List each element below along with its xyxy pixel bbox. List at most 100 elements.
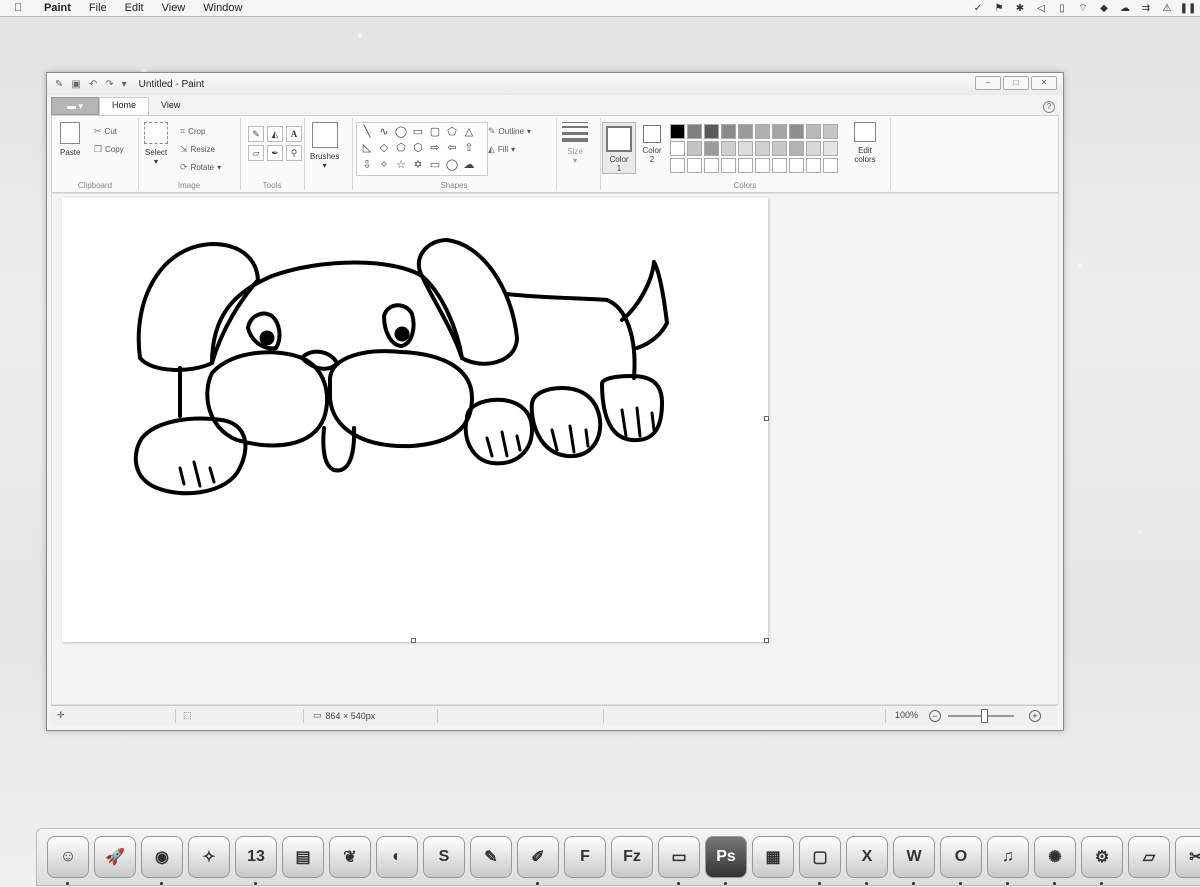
palette-swatch[interactable] — [806, 158, 821, 173]
callout-rect-shape-icon[interactable]: ▭ — [427, 158, 443, 173]
bluetooth-icon[interactable]: ✱ — [1014, 2, 1026, 14]
arrows-icon[interactable]: ⇉ — [1140, 2, 1152, 14]
palette-swatch[interactable] — [738, 141, 753, 156]
palette-swatch[interactable] — [704, 158, 719, 173]
left-arrow-shape-icon[interactable]: ⇦ — [444, 141, 460, 156]
settings-gear-icon[interactable]: ✺ — [1034, 836, 1076, 885]
excel-icon[interactable]: X — [846, 836, 888, 885]
five-star-shape-icon[interactable]: ☆ — [393, 158, 409, 173]
cloud-icon[interactable]: ☁ — [1119, 2, 1131, 14]
palette-swatch[interactable] — [823, 141, 838, 156]
photoshop-icon[interactable]: Ps — [705, 836, 747, 885]
itunes-icon[interactable]: ♫ — [987, 836, 1029, 885]
palette-swatch[interactable] — [806, 124, 821, 139]
six-star-shape-icon[interactable]: ✡ — [410, 158, 426, 173]
outlook-icon[interactable]: O — [940, 836, 982, 885]
close-button[interactable]: ✕ — [1031, 76, 1057, 90]
palette-swatch[interactable] — [670, 158, 685, 173]
notes-icon[interactable]: ▤ — [282, 836, 324, 878]
word-icon[interactable]: W — [893, 836, 935, 885]
canvas-resize-handle-bottom[interactable] — [411, 638, 416, 643]
palette-swatch[interactable] — [789, 141, 804, 156]
menu-app-name[interactable]: Paint — [44, 2, 71, 14]
palette-swatch[interactable] — [738, 158, 753, 173]
wifi-icon[interactable]: ⌔ — [1077, 2, 1089, 14]
dropbox-icon[interactable]: ◆ — [1098, 2, 1110, 14]
crop-button[interactable]: ⌗ Crop — [180, 126, 205, 137]
fill-bucket-icon[interactable]: ◭ — [267, 126, 283, 142]
right-triangle-shape-icon[interactable]: ◺ — [359, 141, 375, 156]
flag-icon[interactable]: ⚑ — [993, 2, 1005, 14]
calendar-icon[interactable]: 13 — [235, 836, 277, 885]
palette-swatch[interactable] — [823, 158, 838, 173]
triangle-shape-icon[interactable]: △ — [461, 125, 477, 140]
canvas-resize-handle-corner[interactable] — [764, 638, 769, 643]
zoom-out-button[interactable]: − — [929, 710, 941, 722]
line-shape-icon[interactable]: ╲ — [359, 125, 375, 140]
oval-shape-icon[interactable]: ◯ — [393, 125, 409, 140]
alert-icon[interactable]: ⚠ — [1161, 2, 1173, 14]
palette-swatch[interactable] — [755, 141, 770, 156]
eraser-icon[interactable]: ▱ — [248, 145, 264, 161]
font-icon[interactable]: F — [564, 836, 606, 878]
battery-icon[interactable]: ▯ — [1056, 2, 1068, 14]
up-arrow-shape-icon[interactable]: ⇧ — [461, 141, 477, 156]
palette-swatch[interactable] — [755, 158, 770, 173]
zoom-in-button[interactable]: + — [1029, 710, 1041, 722]
select-button[interactable]: Select ▾ — [144, 122, 168, 166]
fill-button[interactable]: ◭ Fill ▾ — [488, 144, 515, 155]
redo-icon[interactable]: ↷ — [105, 79, 113, 90]
menu-view[interactable]: View — [162, 2, 186, 14]
menu-edit[interactable]: Edit — [125, 2, 144, 14]
palette-swatch[interactable] — [772, 158, 787, 173]
palette-swatch[interactable] — [704, 141, 719, 156]
folder-icon[interactable]: ▱ — [1128, 836, 1170, 878]
color2-selector[interactable]: Color 2 — [636, 122, 668, 172]
curve-shape-icon[interactable]: ∿ — [376, 125, 392, 140]
minimize-button[interactable]: – — [975, 76, 1001, 90]
zoom-slider-thumb[interactable] — [981, 709, 988, 723]
outline-button[interactable]: ✎ Outline ▾ — [488, 126, 531, 137]
edit-colors-button[interactable]: Edit colors — [854, 122, 876, 164]
palette-swatch[interactable] — [772, 124, 787, 139]
system-preferences-icon[interactable]: ⚙ — [1081, 836, 1123, 885]
palette-swatch[interactable] — [789, 124, 804, 139]
palette-swatch[interactable] — [721, 158, 736, 173]
menu-window[interactable]: Window — [203, 2, 242, 14]
resize-button[interactable]: ⇲ Resize — [180, 144, 215, 155]
palette-swatch[interactable] — [721, 124, 736, 139]
diamond-shape-icon[interactable]: ◇ — [376, 141, 392, 156]
paint-app-icon[interactable]: ✎ — [55, 79, 63, 90]
color1-selector[interactable]: Color 1 — [602, 122, 636, 174]
rounded-rectangle-shape-icon[interactable]: ▢ — [427, 125, 443, 140]
skype-icon[interactable]: S — [423, 836, 465, 878]
preview-icon[interactable]: ▭ — [658, 836, 700, 885]
messages-icon[interactable]: ◐ — [376, 836, 418, 878]
safari-icon[interactable]: ✧ — [188, 836, 230, 878]
tools-icon[interactable]: ✂ — [1175, 836, 1200, 878]
palette-swatch[interactable] — [772, 141, 787, 156]
palette-swatch[interactable] — [755, 124, 770, 139]
preferences-icon[interactable]: ▦ — [752, 836, 794, 878]
palette-swatch[interactable] — [738, 124, 753, 139]
polygon-shape-icon[interactable]: ⬠ — [444, 125, 460, 140]
copy-button[interactable]: ❐ Copy — [94, 144, 124, 155]
customize-dropdown-icon[interactable]: ▾ — [122, 79, 127, 90]
paste-button[interactable]: Paste — [60, 122, 80, 157]
file-menu-button[interactable]: ▬ ▾ — [51, 97, 99, 115]
palette-swatch[interactable] — [806, 141, 821, 156]
size-button[interactable]: Size ▾ — [562, 122, 588, 165]
palette-swatch[interactable] — [687, 141, 702, 156]
palette-swatch[interactable] — [704, 124, 719, 139]
palette-swatch[interactable] — [823, 124, 838, 139]
drawing-canvas[interactable] — [62, 198, 769, 643]
canvas-resize-handle-right[interactable] — [764, 416, 769, 421]
volume-icon[interactable]: ◁ — [1035, 2, 1047, 14]
pentagon-shape-icon[interactable]: ⬠ — [393, 141, 409, 156]
cut-button[interactable]: ✂ Cut — [94, 126, 117, 137]
help-icon[interactable]: ? — [1043, 101, 1055, 113]
tab-home[interactable]: Home — [99, 97, 150, 115]
palette-swatch[interactable] — [670, 141, 685, 156]
evernote-icon[interactable]: ❦ — [329, 836, 371, 878]
text-tool-icon[interactable]: A — [286, 126, 302, 142]
